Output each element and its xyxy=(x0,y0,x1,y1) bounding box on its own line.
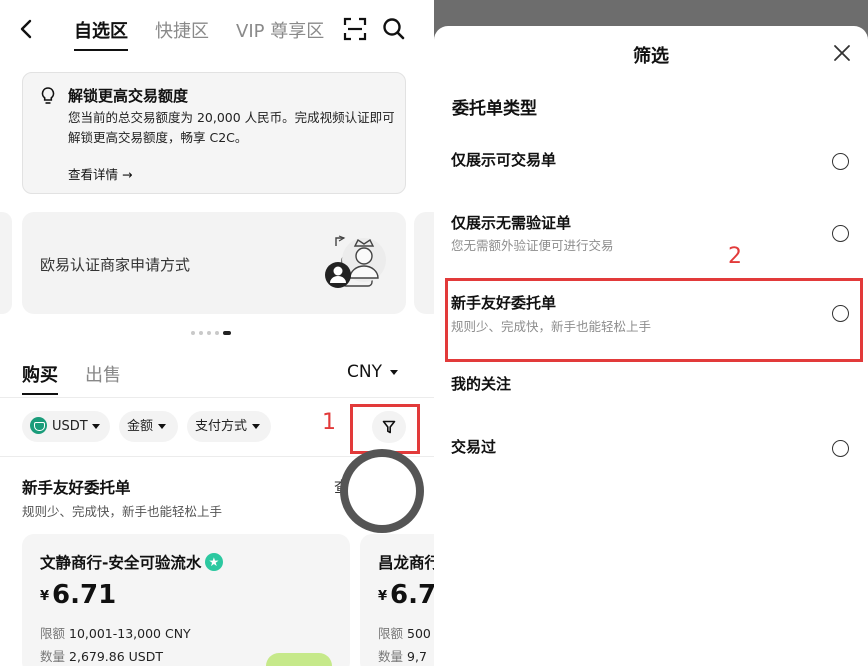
market-panel: 自选区 快捷区 VIP 尊享区 解锁更高交易额度 您当前的总交易额度为 20,0… xyxy=(0,0,434,666)
verified-badge-icon xyxy=(205,552,224,571)
amount-label: 金额 xyxy=(127,419,154,434)
tab-vip[interactable]: VIP 尊享区 xyxy=(236,17,324,43)
caret-down-icon xyxy=(158,424,167,429)
option-traded-before[interactable]: 交易过 xyxy=(451,436,496,457)
caret-down-icon xyxy=(389,369,398,375)
usdt-icon xyxy=(30,417,47,434)
floating-button-inner xyxy=(348,457,416,525)
merchant-verify-illustration-icon xyxy=(325,235,386,288)
amount-filter-chip[interactable]: 金额 xyxy=(119,411,178,442)
active-tab-underline xyxy=(74,49,128,51)
info-text: 您当前的总交易额度为 20,000 人民币。完成视频认证即可解锁更高交易额度，畅… xyxy=(68,110,395,145)
tab-favorites[interactable]: 自选区 xyxy=(74,17,128,43)
price-value: 6.71 xyxy=(390,580,434,610)
carousel-dot-active xyxy=(223,330,231,335)
quantity-label: 数量 xyxy=(40,649,66,664)
option-no-verification-desc: 您无需额外验证便可进行交易 xyxy=(451,238,614,253)
filter-sheet: 筛选 委托单类型 仅展示可交易单 仅展示无需验证单 您无需额外验证便可进行交易 … xyxy=(434,26,868,666)
merchant-banner[interactable]: 欧易认证商家申请方式 xyxy=(22,212,406,314)
newbie-section-subtitle: 规则少、完成快，新手也能轻松上手 xyxy=(22,504,223,519)
radio-no-verification[interactable] xyxy=(832,225,849,242)
coin-filter-chip[interactable]: USDT xyxy=(22,411,110,442)
view-details-link[interactable]: 查看详情 → xyxy=(68,164,132,183)
limit-value: 500 xyxy=(407,626,431,641)
banner-next-peek[interactable] xyxy=(414,212,434,314)
limit-value: 10,001-13,000 CNY xyxy=(69,626,191,641)
option-no-verification[interactable]: 仅展示无需验证单 xyxy=(451,212,571,233)
carousel-dot xyxy=(191,330,195,335)
option-my-follows[interactable]: 我的关注 xyxy=(451,373,511,394)
radio-traded-before[interactable] xyxy=(832,440,849,457)
lightbulb-icon xyxy=(41,87,55,104)
price-value: 6.71 xyxy=(52,580,117,610)
banner-text: 欧易认证商家申请方式 xyxy=(40,256,191,274)
merchant-name: 昌龙商行 xyxy=(378,551,434,573)
top-nav: 自选区 快捷区 VIP 尊享区 xyxy=(0,0,434,62)
merchant-name-text: 昌龙商行 xyxy=(378,554,434,572)
merchant-name-text: 文静商行-安全可验流水 xyxy=(40,554,202,572)
option-tradable-only[interactable]: 仅展示可交易单 xyxy=(451,149,556,170)
coin-label: USDT xyxy=(52,419,88,434)
payment-label: 支付方式 xyxy=(195,419,248,434)
carousel-dot xyxy=(215,330,219,335)
caret-down-icon xyxy=(91,424,100,429)
merchant-quantity: 数量 2,679.86 USDT xyxy=(40,646,163,665)
carousel-dot xyxy=(207,330,211,335)
close-icon[interactable] xyxy=(832,43,852,63)
trade-limit-card: 解锁更高交易额度 您当前的总交易额度为 20,000 人民币。完成视频认证即可解… xyxy=(22,72,406,194)
newbie-section-title: 新手友好委托单 xyxy=(22,479,131,497)
divider xyxy=(0,397,434,398)
banner-prev-peek[interactable] xyxy=(0,212,12,314)
carousel-dot xyxy=(199,330,203,335)
annotation-label-1: 1 xyxy=(322,410,336,435)
merchant-price: ¥6.71 xyxy=(40,580,116,610)
caret-down-icon xyxy=(252,424,261,429)
buy-button[interactable] xyxy=(266,653,332,666)
limit-label: 限额 xyxy=(378,626,404,641)
buy-tab[interactable]: 购买 xyxy=(22,361,58,387)
tab-quick[interactable]: 快捷区 xyxy=(155,17,209,43)
merchant-quantity: 数量 9,7 xyxy=(378,646,427,665)
search-icon[interactable] xyxy=(381,16,407,42)
currency-symbol: ¥ xyxy=(378,589,388,604)
annotation-highlight-2 xyxy=(445,278,863,362)
sheet-title: 筛选 xyxy=(633,46,669,67)
merchant-limit: 限额 10,001-13,000 CNY xyxy=(40,623,191,642)
limit-label: 限额 xyxy=(40,626,66,641)
sell-tab[interactable]: 出售 xyxy=(85,361,121,387)
back-arrow-icon[interactable] xyxy=(14,16,40,42)
currency-symbol: ¥ xyxy=(40,589,50,604)
annotation-highlight-1 xyxy=(350,404,420,454)
merchant-card[interactable]: 昌龙商行 ¥6.71 限额500 数量9,7 xyxy=(360,534,434,666)
buy-tab-underline xyxy=(22,393,58,395)
currency-label: CNY xyxy=(347,362,382,382)
currency-select[interactable]: CNY xyxy=(347,362,398,382)
floating-assistant-button[interactable] xyxy=(340,449,424,533)
quantity-value: 2,679.86 USDT xyxy=(69,649,163,664)
radio-tradable-only[interactable] xyxy=(832,153,849,170)
scan-icon[interactable] xyxy=(342,16,368,42)
merchant-price: ¥6.71 xyxy=(378,580,434,610)
payment-filter-chip[interactable]: 支付方式 xyxy=(187,411,271,442)
quantity-value: 9,7 xyxy=(407,649,427,664)
order-type-section-title: 委托单类型 xyxy=(452,99,537,119)
filter-overlay: 筛选 委托单类型 仅展示可交易单 仅展示无需验证单 您无需额外验证便可进行交易 … xyxy=(434,0,868,666)
annotation-label-2: 2 xyxy=(728,244,742,269)
carousel-dots xyxy=(191,322,235,335)
merchant-card[interactable]: 文静商行-安全可验流水 ¥6.71 限额10,001-13,000 CNY 数量… xyxy=(22,534,350,666)
quantity-label: 数量 xyxy=(378,649,404,664)
merchant-name: 文静商行-安全可验流水 xyxy=(40,551,224,573)
info-title: 解锁更高交易额度 xyxy=(68,87,189,105)
merchant-limit: 限额 500 xyxy=(378,623,431,642)
